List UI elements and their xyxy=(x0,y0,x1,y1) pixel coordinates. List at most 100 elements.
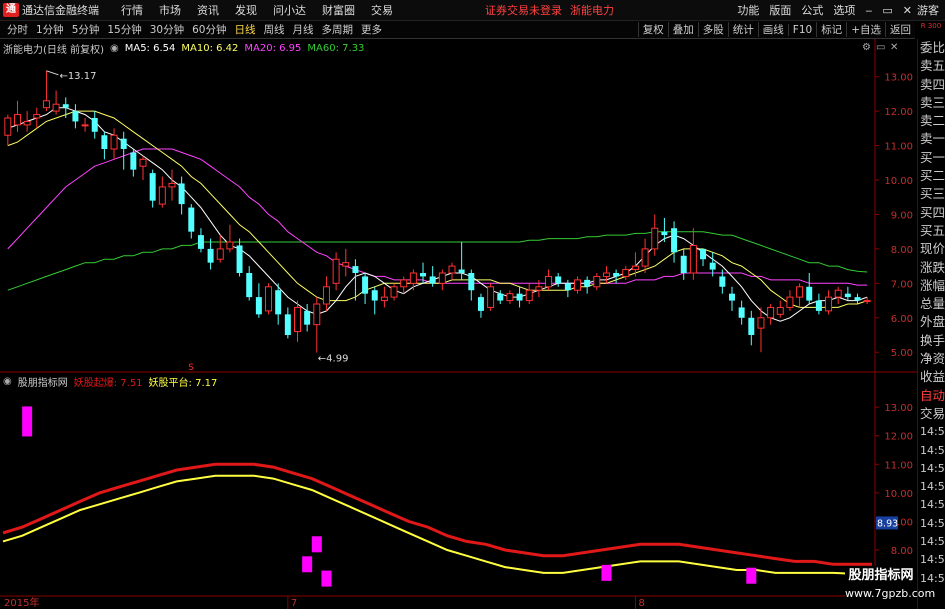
main-legend: 浙能电力(日线 前复权) ◉ MA5: 6.54 MA10: 6.42 MA20… xyxy=(3,41,370,56)
candle-body xyxy=(651,227,659,250)
candle-body xyxy=(631,265,639,271)
candle-body xyxy=(834,289,842,298)
close-panel-icon[interactable]: ✕ xyxy=(890,42,898,53)
maximize-panel-icon[interactable]: ▭ xyxy=(876,42,885,53)
candle-body xyxy=(438,272,446,284)
candle-body xyxy=(844,293,851,298)
candle-body xyxy=(91,118,98,132)
high-label: ←13.17 xyxy=(59,71,96,82)
high-pointer xyxy=(46,70,59,76)
candle-body xyxy=(825,296,833,312)
right-quote-panel: 委比 卖五 卖四 卖三 卖二 卖一 买一 买二 买三 买四 买五 现价 涨跌 涨幅 总量 外盘 换手 净资 收益 自动… xyxy=(917,39,945,609)
right-panel-item: 卖一 xyxy=(920,131,945,147)
signal-bar xyxy=(311,536,322,553)
candle-body xyxy=(236,245,243,273)
right-panel-item: 委比 xyxy=(920,40,945,55)
candle-body xyxy=(130,152,137,170)
candle-body xyxy=(806,286,813,301)
candle-body xyxy=(584,279,591,287)
ma60-line xyxy=(7,231,868,291)
candle-body xyxy=(139,158,147,167)
candle-body xyxy=(748,317,755,335)
right-panel-item: 卖五 xyxy=(920,58,945,74)
signal-bar xyxy=(22,406,33,437)
candle-body xyxy=(72,111,79,122)
candle-body xyxy=(409,272,417,284)
sub-line2 xyxy=(2,474,872,575)
candle-body xyxy=(602,272,610,277)
candle-body xyxy=(729,293,735,301)
candle-body xyxy=(487,286,495,308)
kline-chart[interactable]: 13.00 12.00 11.00 10.00 9.00 8.00 7.00 6.00 5.00… xyxy=(0,0,917,609)
right-panel-item: 卖四 xyxy=(920,76,945,92)
candle-body xyxy=(622,269,630,277)
legend-ma10: MA10: 6.42 xyxy=(181,42,239,54)
candle-body xyxy=(680,255,687,273)
right-panel-item: 卖二 xyxy=(920,113,945,129)
signal-bar xyxy=(321,570,332,587)
candle-body xyxy=(304,310,311,325)
price-tick-label: 7.00 xyxy=(891,279,913,290)
right-panel-header: R 300 xyxy=(920,22,942,30)
candle-body xyxy=(313,303,321,326)
candle-body xyxy=(380,296,388,302)
legend-stock: 浙能电力(日线 前复权) xyxy=(3,44,104,56)
candle-body xyxy=(168,182,176,188)
watermark: 股朋指标网 www.7gpzb.com xyxy=(845,566,935,606)
right-panel-item: 涨跌 xyxy=(920,259,945,275)
candle-body xyxy=(207,248,214,263)
price-tick-label: 12.00 xyxy=(884,107,913,118)
candle-body xyxy=(42,100,50,109)
right-panel-item: 买四 xyxy=(920,204,945,220)
ma5-line xyxy=(7,107,868,322)
right-panel-item: 买一 xyxy=(920,149,945,165)
candle-body xyxy=(448,265,456,274)
candle-body xyxy=(265,286,273,312)
candle-body xyxy=(719,276,726,287)
right-panel-item: 14:56 xyxy=(920,571,945,585)
right-panel-item[interactable]: 自动 xyxy=(918,387,945,405)
candle-body xyxy=(101,135,108,149)
candle-body xyxy=(545,275,553,288)
candle-body xyxy=(188,207,195,232)
app-window: 通 通达信金融终端 行情 市场 资讯 发现 问小达 财富圈 交易 证券交易未登录… xyxy=(0,0,945,609)
watermark-title: 股朋指标网 xyxy=(848,568,914,583)
sell-signal-marker: S xyxy=(188,363,194,373)
right-panel-item: 14:56 xyxy=(920,425,945,439)
legend-toggle-icon[interactable]: ◉ xyxy=(110,43,119,54)
candle-body xyxy=(362,276,369,294)
signal-bar xyxy=(746,567,757,584)
right-panel-item: 14:56 xyxy=(920,498,945,512)
candle-body xyxy=(23,120,31,126)
right-panel-item: 换手 xyxy=(920,332,945,348)
right-panel-item: 总量 xyxy=(920,296,945,312)
right-panel-item: 卖三 xyxy=(920,94,945,110)
sub-toggle-icon[interactable]: ◉ xyxy=(3,376,12,387)
candle-body xyxy=(400,279,408,288)
candle-body xyxy=(178,183,185,205)
price-tick-label: 10.00 xyxy=(884,176,913,187)
candle-body xyxy=(477,297,484,311)
right-panel-item[interactable]: 交易 xyxy=(918,405,945,423)
candle-body xyxy=(352,266,359,273)
price-tick-label: 6.00 xyxy=(891,314,913,325)
price-tick-label: 5.00 xyxy=(891,348,913,359)
candle-body xyxy=(689,244,697,274)
date-label: 7 xyxy=(291,598,297,609)
candle-body xyxy=(863,300,871,303)
candle-body xyxy=(458,269,465,273)
candle-body xyxy=(13,114,21,126)
candle-body xyxy=(294,306,301,333)
candle-body xyxy=(332,258,340,284)
legend-ma60: MA60: 7.33 xyxy=(307,42,365,54)
candle-body xyxy=(246,273,253,298)
candle-body xyxy=(284,314,291,335)
candle-body xyxy=(275,290,282,315)
candle-body xyxy=(709,262,716,270)
settings-icon[interactable]: ⚙ xyxy=(862,42,871,53)
candle-body xyxy=(516,293,523,301)
sub-line1 xyxy=(2,462,872,566)
right-panel-item: 14:56 xyxy=(920,553,945,567)
right-panel-item: 14:56 xyxy=(920,443,945,457)
guest-user[interactable]: 游客 xyxy=(917,2,939,18)
